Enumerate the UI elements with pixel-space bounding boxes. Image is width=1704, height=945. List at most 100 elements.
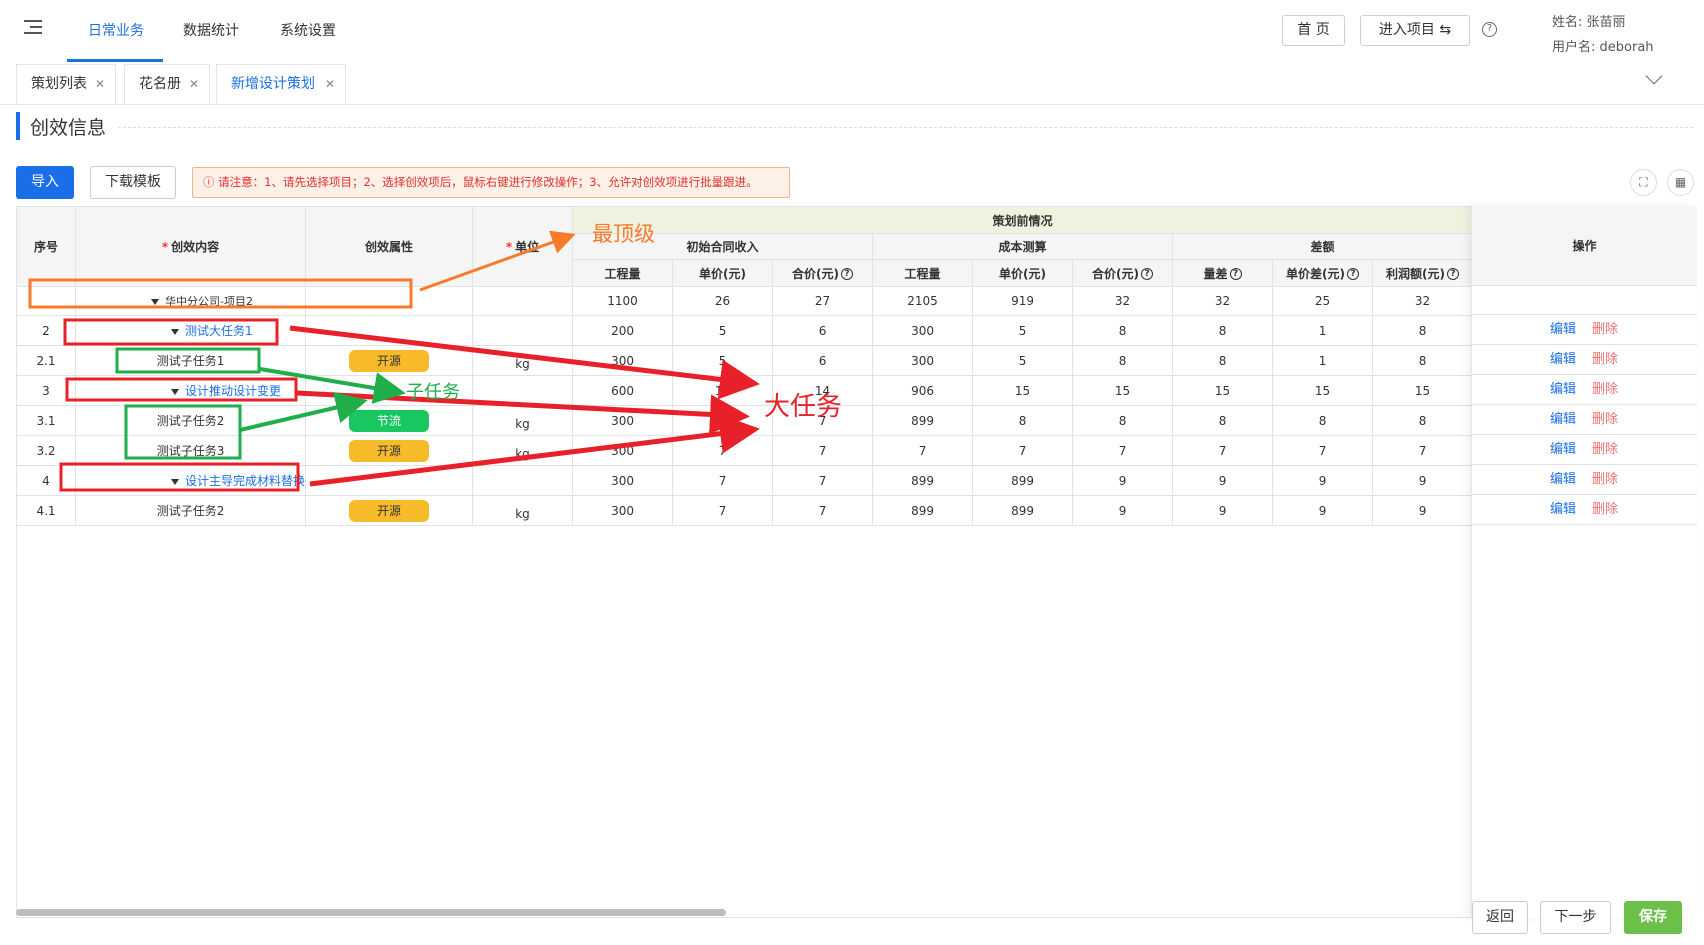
edit-link[interactable]: 编辑 <box>1550 405 1576 435</box>
close-icon[interactable]: ✕ <box>95 65 105 103</box>
tab-plan-list[interactable]: 策划列表 ✕ <box>16 64 116 104</box>
cell-attr[interactable]: 开源 <box>305 495 474 526</box>
table-row-child[interactable]: 2.1 测试子任务1 开源 kg 300 5 6 300 5 8 8 1 8 <box>16 345 1513 376</box>
cell-attr[interactable] <box>305 465 474 496</box>
attr-pill[interactable]: 开源 <box>349 439 430 462</box>
attr-pill[interactable]: 开源 <box>349 499 430 522</box>
horizontal-scrollbar[interactable] <box>16 909 726 916</box>
tab-new-design-plan[interactable]: 新增设计策划 ✕ <box>216 64 346 104</box>
download-template-button[interactable]: 下载模板 <box>90 166 176 199</box>
collapse-icon[interactable] <box>151 299 159 305</box>
delete-link[interactable]: 删除 <box>1592 405 1618 435</box>
cell-value: 7 <box>672 465 774 496</box>
question-icon[interactable]: ? <box>1447 268 1459 280</box>
ops-row: 编辑 删除 <box>1472 375 1697 405</box>
nav-daily-business[interactable]: 日常业务 <box>88 20 144 40</box>
help-icon[interactable]: ? <box>1482 22 1497 37</box>
edit-link[interactable]: 编辑 <box>1550 435 1576 465</box>
annotation-top-level: 最顶级 <box>592 222 655 246</box>
cell-value: 300 <box>572 405 674 436</box>
close-icon[interactable]: ✕ <box>325 65 335 103</box>
cell-value: 9 <box>1372 495 1474 526</box>
table-row-child[interactable]: 4.1 测试子任务2 开源 kg 300 7 7 899 899 9 9 9 9 <box>16 495 1513 526</box>
nav-data-statistics[interactable]: 数据统计 <box>183 20 239 40</box>
cell-value: 899 <box>972 495 1074 526</box>
delete-link[interactable]: 删除 <box>1592 495 1618 525</box>
attr-pill[interactable]: 开源 <box>349 349 430 372</box>
cell-content[interactable]: 测试子任务3 <box>74 435 307 466</box>
question-icon[interactable]: ? <box>1229 268 1242 280</box>
top-level-label: 华中分公司-项目2 <box>165 295 253 308</box>
edit-link[interactable]: 编辑 <box>1550 375 1576 405</box>
collapse-icon[interactable] <box>171 478 179 485</box>
delete-link[interactable]: 删除 <box>1592 465 1618 495</box>
delete-link[interactable]: 删除 <box>1592 345 1618 375</box>
header-unit-label: 单位 <box>515 240 540 254</box>
delete-link[interactable]: 删除 <box>1592 315 1618 345</box>
header-seq: 序号 <box>16 206 76 287</box>
header-col: 合价(元)? <box>772 259 874 287</box>
cell-value: 300 <box>572 435 674 466</box>
cell-value: 32 <box>1072 286 1174 316</box>
header-col: 单价(元) <box>972 259 1074 287</box>
next-step-button[interactable]: 下一步 <box>1540 901 1611 934</box>
attr-pill[interactable]: 节流 <box>349 409 430 432</box>
cell-value: 7 <box>1172 435 1274 466</box>
cell-attr <box>305 286 474 316</box>
question-icon[interactable]: ? <box>841 268 853 280</box>
cell-value: 8 <box>972 405 1074 436</box>
cell-value: 6 <box>772 315 874 346</box>
question-icon[interactable]: ? <box>1347 268 1359 280</box>
tab-label: 新增设计策划 <box>231 76 315 92</box>
cell-content[interactable]: 设计主导完成材料替换 <box>74 465 307 496</box>
menu-toggle-icon[interactable] <box>24 20 44 38</box>
cell-value: 32 <box>1172 286 1274 316</box>
cell-value: 9 <box>1072 495 1174 526</box>
edit-link[interactable]: 编辑 <box>1550 465 1576 495</box>
grid-settings-icon[interactable]: ▦ <box>1667 169 1694 196</box>
table-row-parent[interactable]: 4 设计主导完成材料替换 300 7 7 899 899 9 9 9 9 <box>16 465 1513 496</box>
cell-attr[interactable] <box>305 315 474 346</box>
enter-project-button[interactable]: 进入项目 ⇆ <box>1360 15 1470 46</box>
delete-link[interactable]: 删除 <box>1592 375 1618 405</box>
header-col: 利润额(元)? <box>1372 259 1474 287</box>
fullscreen-icon[interactable]: ⛶ <box>1630 169 1657 196</box>
cell-content[interactable]: 测试子任务2 <box>74 405 307 436</box>
ops-row: 编辑 删除 <box>1472 465 1697 495</box>
import-button[interactable]: 导入 <box>16 166 74 199</box>
cell-value: 15 <box>972 375 1074 406</box>
table-row-top-level[interactable]: 华中分公司-项目2 1100 26 27 2105 919 32 32 25 3… <box>16 286 1513 316</box>
edit-link[interactable]: 编辑 <box>1550 315 1576 345</box>
content-label: 设计推动设计变更 <box>185 384 282 398</box>
cell-content[interactable]: 测试子任务1 <box>74 345 307 376</box>
question-icon[interactable]: ? <box>1141 268 1153 280</box>
cell-content[interactable]: 测试大任务1 <box>74 315 307 346</box>
cell-content[interactable]: 测试子任务2 <box>74 495 307 526</box>
cell-value: 5 <box>672 345 774 376</box>
delete-link[interactable]: 删除 <box>1592 435 1618 465</box>
collapse-icon[interactable] <box>171 388 179 395</box>
edit-link[interactable]: 编辑 <box>1550 495 1576 525</box>
cell-seq <box>16 286 76 316</box>
cell-attr[interactable]: 开源 <box>305 435 474 466</box>
back-button[interactable]: 返回 <box>1472 901 1528 934</box>
cell-value: 300 <box>872 345 974 376</box>
cell-value: 7 <box>1072 435 1174 466</box>
close-icon[interactable]: ✕ <box>189 65 199 103</box>
tab-roster[interactable]: 花名册 ✕ <box>124 64 210 104</box>
collapse-icon[interactable] <box>171 328 179 335</box>
table-row-child[interactable]: 3.2 测试子任务3 开源 kg 300 7 7 7 7 7 7 7 7 <box>16 435 1513 466</box>
cell-value: 7 <box>1272 435 1374 466</box>
cell-attr[interactable]: 节流 <box>305 405 474 436</box>
cell-attr[interactable]: 开源 <box>305 345 474 376</box>
nav-system-settings[interactable]: 系统设置 <box>280 20 336 40</box>
cell-value: 300 <box>572 465 674 496</box>
cell-seq: 2 <box>16 315 76 346</box>
table-row-parent[interactable]: 2 测试大任务1 200 5 6 300 5 8 8 1 8 <box>16 315 1513 346</box>
cell-value: 1100 <box>572 286 674 316</box>
home-button[interactable]: 首 页 <box>1282 15 1345 46</box>
edit-link[interactable]: 编辑 <box>1550 345 1576 375</box>
cell-content[interactable]: 设计推动设计变更 <box>74 375 307 406</box>
save-button[interactable]: 保存 <box>1624 901 1682 934</box>
required-mark: * <box>505 240 513 254</box>
